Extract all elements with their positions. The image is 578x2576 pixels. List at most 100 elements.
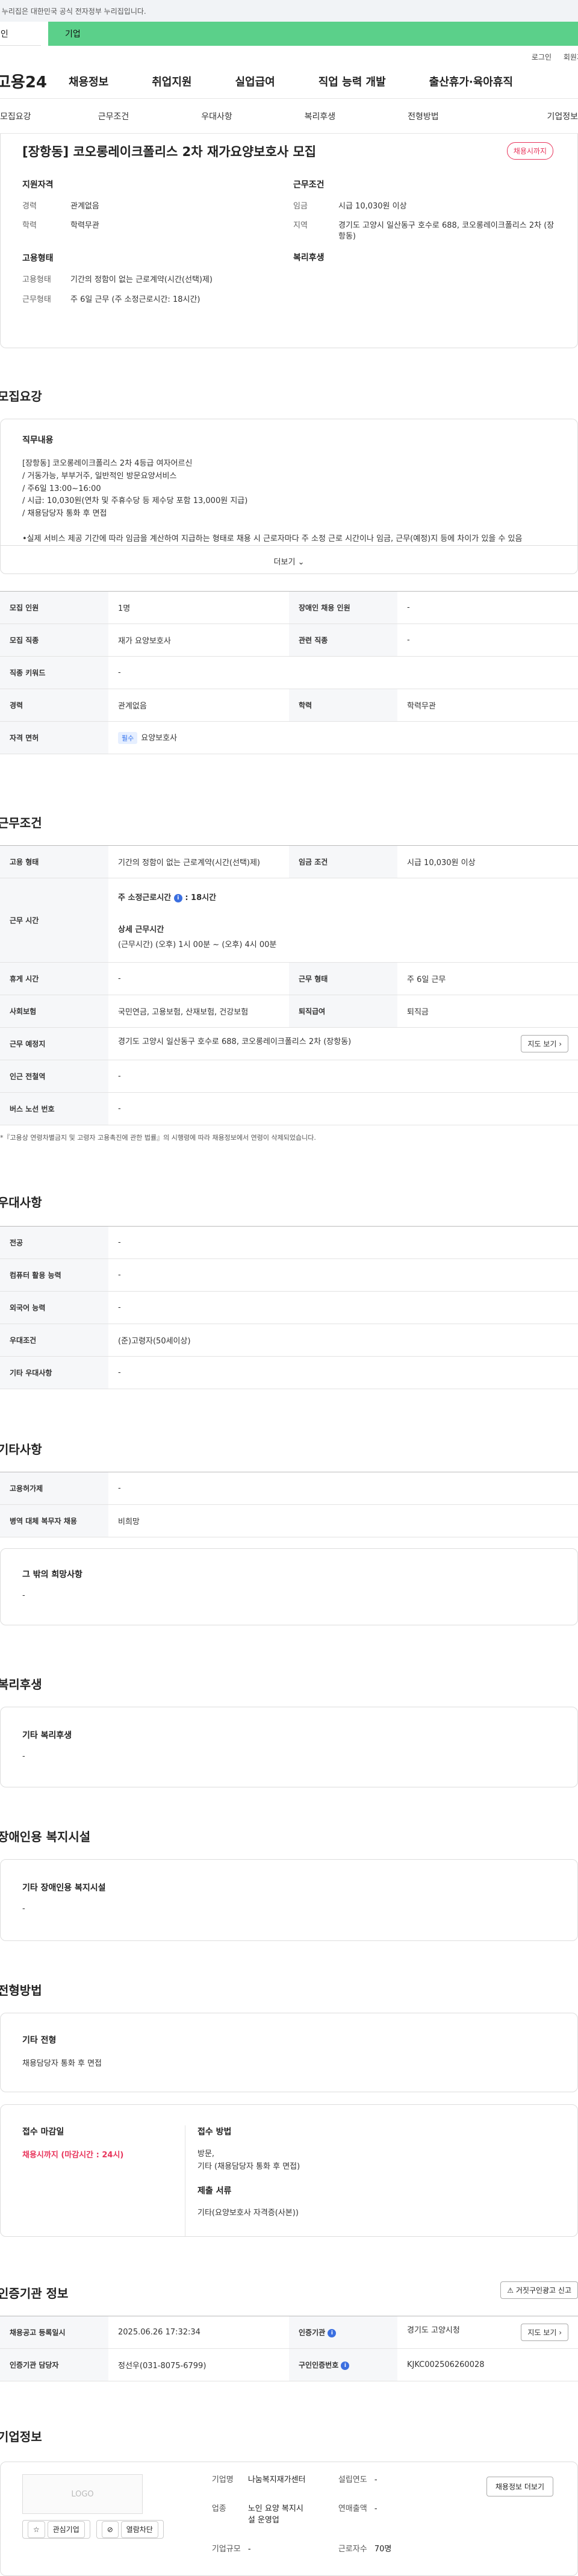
bus-value: - — [108, 1092, 578, 1125]
info-icon[interactable]: i — [341, 2361, 350, 2370]
emp-type-label: 고용형태 — [22, 275, 51, 285]
scale-value: - — [247, 2544, 251, 2554]
company-jobs-button[interactable]: 채용정보 더보기 — [486, 2477, 553, 2496]
reg-date-label: 채용공고 등록일시 — [0, 2316, 108, 2349]
company-section-title: 기업정보 — [0, 2430, 42, 2444]
break-label: 휴게 시간 — [0, 962, 108, 995]
deadline-value: 채용시까지 (마감시간 : 24시) — [22, 2151, 124, 2160]
disabled-headcount-label: 장애인 채용 인원 — [289, 591, 397, 624]
hours-label: 근무 시간 — [0, 878, 108, 963]
favorite-company-button[interactable]: ☆ 관심기업 — [22, 2520, 90, 2539]
gnb-item-parental-leave[interactable]: 출산휴가·육아휴직 — [429, 73, 513, 89]
cert-id-label-cell: 구인인증번호 i — [289, 2348, 397, 2381]
qual-education-label: 학력 — [22, 221, 37, 231]
qual-career-label: 경력 — [22, 202, 37, 211]
tab-selection[interactable]: 전형방법 — [371, 110, 474, 122]
industry-value: 노인 요양 복지시설 운영업 — [247, 2504, 303, 2525]
wage-value: 시급 10,030원 이상 — [397, 845, 578, 878]
welfare-heading: 복리후생 — [293, 252, 325, 263]
section-tabs: 모집요강 근무조건 우대사항 복리후생 전형방법 기업정보 — [0, 99, 578, 134]
company-card: LOGO ☆ 관심기업 ⊘ 열람차단 기업명 나눔복지재가센터 설립연도 - 업… — [0, 2462, 578, 2576]
favorite-label: 관심기업 — [47, 2521, 85, 2538]
workplace-value: 경기도 고양시 일산동구 호수로 688, 코오롱레이크폴리스 2차 (장항동) — [118, 1037, 352, 1046]
military-label: 병역 대체 복무자 채용 — [0, 1504, 108, 1537]
duty-card: 직무내용 [장항동] 코오롱레이크폴리스 2차 4등급 여자어르신 / 거동가능… — [0, 419, 578, 545]
tab-company-info[interactable]: 기업정보 — [475, 110, 578, 122]
tab-conditions[interactable]: 근무조건 — [62, 110, 165, 122]
hours-detail-value: (근무시간) (오후) 1시 00분 ~ (오후) 4시 00분 — [118, 940, 277, 949]
job-category-label: 모집 직종 — [0, 624, 108, 657]
tab-recruit[interactable]: 모집요강 — [0, 110, 62, 122]
info-icon[interactable]: i — [173, 893, 182, 902]
insurance-value: 국민연금, 고용보험, 산재보험, 건강보험 — [108, 995, 289, 1028]
method-title: 접수 방법 — [197, 2127, 232, 2137]
report-icon: ⚠ — [507, 2286, 514, 2295]
severance-label: 퇴직급여 — [289, 995, 397, 1028]
agency-cell: 경기도 고양시청 지도 보기 › — [397, 2316, 578, 2349]
cert-id-value: KJKC002506260028 — [397, 2348, 578, 2381]
workplace-label: 근무 예정지 — [0, 1027, 108, 1060]
manager-value: 정선우(031-8075-6799) — [108, 2348, 289, 2381]
company-name-value: 나눔복지재가센터 — [247, 2475, 306, 2484]
gnb-item-jobs[interactable]: 채용정보 — [69, 73, 108, 89]
revenue-value: - — [374, 2504, 378, 2513]
career-label: 경력 — [0, 689, 108, 722]
break-value: - — [108, 962, 289, 995]
pref-section-title: 우대사항 — [0, 1195, 42, 1210]
tab-personal[interactable]: 개인 — [0, 22, 41, 46]
site-logo[interactable]: 고용24 — [0, 70, 69, 92]
major-label: 전공 — [0, 1226, 108, 1259]
more-label: 더보기 — [273, 558, 296, 567]
weekly-hours-value: : 18시간 — [185, 893, 217, 902]
related-category-value: - — [397, 624, 578, 657]
report-button[interactable]: ⚠ 거짓구인광고 신고 — [500, 2281, 578, 2299]
gnb-item-training[interactable]: 직업 능력 개발 — [319, 73, 386, 89]
work-form-label: 근무 형태 — [289, 962, 397, 995]
tab-company[interactable]: 기업 — [48, 22, 578, 46]
agency-label: 인증기관 — [299, 2328, 326, 2337]
welfare-card: 기타 복리후생 - — [0, 1707, 578, 1787]
gnb-item-employment-support[interactable]: 취업지원 — [152, 73, 191, 89]
gov-banner-text: 이 누리집은 대한민국 공식 전자정부 누리집입니다. — [0, 7, 146, 16]
related-category-label: 관련 직종 — [289, 624, 397, 657]
military-value: 비희망 — [108, 1504, 578, 1537]
agency-map-button[interactable]: 지도 보기 › — [521, 2324, 568, 2341]
hours-cell: 주 소정근로시간 i : 18시간 상세 근무시간 (근무시간) (오후) 1시… — [108, 878, 578, 963]
global-nav: 고용24 채용정보 취업지원 실업급여 직업 능력 개발 출산휴가·육아휴직 — [0, 64, 578, 99]
job-category-value: 재가 요양보호사 — [108, 624, 289, 657]
gnb-menu: 채용정보 취업지원 실업급여 직업 능력 개발 출산휴가·육아휴직 — [69, 73, 578, 89]
computer-value: - — [108, 1258, 578, 1292]
gnb-item-unemployment-benefit[interactable]: 실업급여 — [235, 73, 275, 89]
tab-preference[interactable]: 우대사항 — [165, 110, 268, 122]
emp-form-value: 주 6일 근무 (주 소정근로시간: 18시간) — [70, 295, 200, 304]
conditions-section-title: 근무조건 — [0, 816, 42, 830]
company-logo: LOGO — [22, 2474, 143, 2514]
pref-other-value: - — [108, 1356, 578, 1389]
star-icon: ☆ — [28, 2521, 45, 2538]
qual-career-value: 관계없음 — [70, 202, 99, 211]
work-wage-label: 임금 — [293, 202, 308, 211]
wage-label: 임금 조건 — [289, 845, 397, 878]
language-label: 외국어 능력 — [0, 1291, 108, 1324]
reg-date-value: 2025.06.26 17:32:34 — [108, 2316, 289, 2349]
deadline-badge: 채용시까지 — [506, 142, 553, 160]
work-wage-value: 시급 10,030원 이상 — [338, 202, 407, 211]
work-region-label: 지역 — [293, 221, 308, 231]
disabled-section-title: 장애인용 복지시설 — [0, 1830, 91, 1844]
welfare-section-title: 복리후생 — [0, 1677, 42, 1692]
more-button[interactable]: 더보기 ⌄ — [0, 545, 578, 574]
subway-label: 인근 전철역 — [0, 1060, 108, 1093]
join-link[interactable]: 회원가입 — [564, 53, 578, 61]
map-button[interactable]: 지도 보기 › — [521, 1035, 568, 1052]
language-value: - — [108, 1291, 578, 1324]
other-wish-title: 그 밖의 희망사항 — [22, 1570, 82, 1580]
employees-label: 근로자수 — [338, 2544, 367, 2554]
report-button-label: 거짓구인광고 신고 — [515, 2286, 571, 2295]
agency-value: 경기도 고양시청 — [407, 2326, 460, 2335]
tab-welfare[interactable]: 복리후생 — [269, 110, 371, 122]
block-view-button[interactable]: ⊘ 열람차단 — [96, 2520, 164, 2539]
permit-label: 고용허가제 — [0, 1472, 108, 1505]
bus-label: 버스 노선 번호 — [0, 1092, 108, 1125]
info-icon[interactable]: i — [328, 2328, 337, 2337]
login-link[interactable]: 로그인 — [532, 53, 552, 61]
